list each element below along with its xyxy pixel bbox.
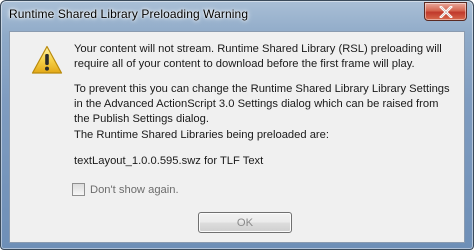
- ok-label: OK: [236, 216, 254, 229]
- dont-show-label: Don't show again.: [90, 183, 179, 196]
- ok-button[interactable]: OK: [198, 212, 292, 233]
- message-library-name: textLayout_1.0.0.595.swz for TLF Text: [74, 155, 264, 167]
- dont-show-checkbox[interactable]: [72, 183, 85, 196]
- dialog-window: Runtime Shared Library Preloading Warnin…: [0, 0, 474, 250]
- message-stream-warning: Your content will not stream. Runtime Sh…: [74, 43, 442, 70]
- message-settings-hint: To prevent this you can change the Runti…: [74, 83, 450, 125]
- close-button[interactable]: [424, 2, 467, 21]
- close-icon: [425, 3, 466, 20]
- window-title: Runtime Shared Library Preloading Warnin…: [9, 7, 249, 21]
- message-preloaded-heading: The Runtime Shared Libraries being prelo…: [74, 129, 329, 141]
- warning-icon: [31, 45, 63, 75]
- dont-show-option[interactable]: Don't show again.: [72, 182, 179, 197]
- dialog-body: Your content will not stream. Runtime Sh…: [9, 31, 465, 243]
- title-bar[interactable]: Runtime Shared Library Preloading Warnin…: [1, 1, 473, 31]
